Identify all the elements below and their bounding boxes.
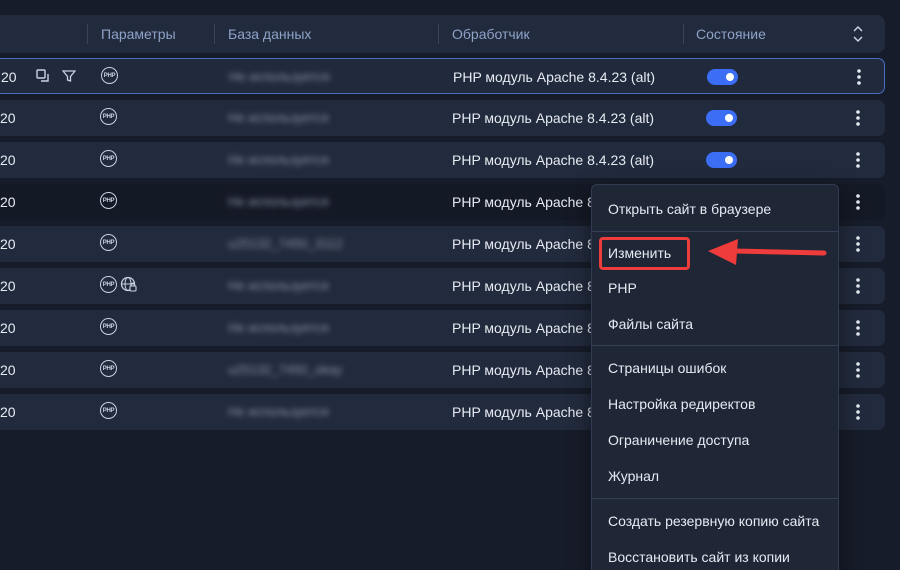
row-params: PHP [100, 234, 117, 254]
row-number: 20 [0, 404, 16, 420]
php-icon: PHP [100, 108, 117, 125]
row-params: PHP [100, 276, 137, 296]
sites-table-screen: Параметры База данных Обработчик Состоян… [0, 0, 900, 570]
menu-restore-backup[interactable]: Восстановить сайт из копии [608, 549, 790, 565]
table-header: Параметры База данных Обработчик Состоян… [0, 15, 885, 53]
row-database: Не используется [228, 152, 329, 167]
more-vertical-icon[interactable] [848, 318, 868, 338]
menu-divider [592, 231, 838, 232]
more-vertical-icon[interactable] [848, 234, 868, 254]
php-icon: PHP [101, 67, 118, 84]
row-handler: PHP модуль Apache 8 [452, 236, 595, 252]
menu-divider [592, 498, 838, 499]
header-handler[interactable]: Обработчик [452, 15, 530, 53]
row-handler: PHP модуль Apache 8 [452, 320, 595, 336]
row-handler: PHP модуль Apache 8.4.23 (alt) [452, 110, 655, 126]
row-handler: PHP модуль Apache 8 [452, 362, 595, 378]
row-handler: PHP модуль Apache 8.4.23 (alt) [453, 69, 656, 85]
row-number: 20 [0, 320, 16, 336]
header-database[interactable]: База данных [228, 15, 311, 53]
row-database: u25132_7450_3112 [228, 236, 343, 251]
menu-open-in-browser[interactable]: Открыть сайт в браузере [608, 201, 771, 217]
table-row[interactable]: 20 PHP Не используется PHP модуль Apache… [0, 100, 885, 136]
more-vertical-icon[interactable] [848, 276, 868, 296]
row-database: Не используется [228, 194, 329, 209]
highlight-box [599, 237, 690, 270]
row-handler: PHP модуль Apache 8.4.23 (alt) [452, 152, 655, 168]
row-params: PHP [100, 192, 117, 212]
filter-icon[interactable] [62, 69, 76, 83]
status-toggle[interactable] [706, 110, 737, 126]
row-params: PHP [100, 360, 117, 380]
row-handler: PHP модуль Apache 8 [452, 404, 595, 420]
header-divider [214, 24, 215, 44]
more-vertical-icon[interactable] [848, 150, 868, 170]
collapse-icon[interactable] [851, 24, 865, 44]
menu-log[interactable]: Журнал [608, 468, 659, 484]
menu-site-files[interactable]: Файлы сайта [608, 316, 693, 332]
row-number: 20 [0, 152, 16, 168]
php-icon: PHP [100, 360, 117, 377]
more-vertical-icon[interactable] [848, 108, 868, 128]
row-handler: PHP модуль Apache 8 [452, 278, 595, 294]
row-number: 20 [0, 278, 16, 294]
php-icon: PHP [100, 402, 117, 419]
menu-create-backup[interactable]: Создать резервную копию сайта [608, 513, 819, 529]
row-params: PHP [100, 402, 117, 422]
menu-access-limit[interactable]: Ограничение доступа [608, 432, 749, 448]
php-icon: PHP [100, 150, 117, 167]
row-database: Не используется [228, 110, 329, 125]
header-divider [683, 24, 684, 44]
header-status[interactable]: Состояние [696, 15, 766, 53]
copy-icon[interactable] [36, 69, 50, 83]
row-number: 20 [1, 69, 17, 85]
table-row[interactable]: 20 PHP Не используется PHP модуль Apache… [0, 142, 885, 178]
php-icon: PHP [100, 192, 117, 209]
header-divider [87, 24, 88, 44]
row-actions [36, 69, 76, 83]
header-divider [438, 24, 439, 44]
row-params: PHP [101, 67, 118, 87]
row-database: Не используется [228, 404, 329, 419]
row-database: Не используется [228, 320, 329, 335]
row-number: 20 [0, 236, 16, 252]
row-params: PHP [100, 150, 117, 170]
arrow-left-icon [708, 239, 827, 265]
header-params[interactable]: Параметры [101, 15, 176, 53]
more-vertical-icon[interactable] [848, 402, 868, 422]
more-vertical-icon[interactable] [848, 192, 868, 212]
php-icon: PHP [100, 318, 117, 335]
table-row[interactable]: 20 PHP Не используется PHP модуль Apache… [0, 58, 885, 94]
menu-php[interactable]: PHP [608, 280, 637, 296]
more-vertical-icon[interactable] [849, 67, 869, 87]
status-toggle[interactable] [707, 69, 738, 85]
menu-divider [592, 345, 838, 346]
row-database: Не используется [228, 278, 329, 293]
globe-lock-icon [120, 276, 137, 292]
php-icon: PHP [100, 276, 117, 293]
php-icon: PHP [100, 234, 117, 251]
row-database: u25132_7450_okay [228, 362, 343, 377]
row-params: PHP [100, 318, 117, 338]
status-toggle[interactable] [706, 152, 737, 168]
more-vertical-icon[interactable] [848, 360, 868, 380]
row-number: 20 [0, 362, 16, 378]
menu-error-pages[interactable]: Страницы ошибок [608, 360, 726, 376]
row-database: Не используется [229, 69, 330, 84]
row-handler: PHP модуль Apache 8 [452, 194, 595, 210]
row-number: 20 [0, 194, 16, 210]
row-number: 20 [0, 110, 16, 126]
menu-redirects[interactable]: Настройка редиректов [608, 396, 755, 412]
row-params: PHP [100, 108, 117, 128]
